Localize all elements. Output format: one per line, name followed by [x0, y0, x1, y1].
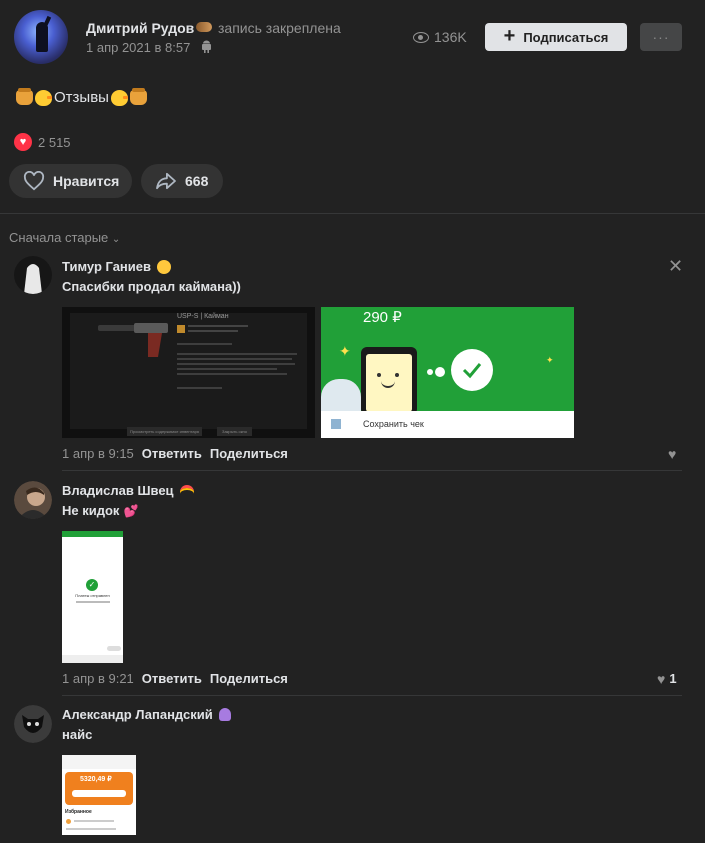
pin-emoji-icon: [196, 22, 212, 32]
comment-like-icon[interactable]: ♥: [668, 446, 676, 462]
plus-icon: +: [503, 25, 516, 47]
comment-date[interactable]: 1 апр в 9:15: [62, 446, 134, 461]
subscribe-button[interactable]: + Подписаться: [485, 23, 627, 51]
comment-text: найс: [62, 727, 93, 742]
crystal-ball-emoji-icon: [218, 708, 231, 721]
post-date[interactable]: 1 апр 2021 в 8:57: [86, 40, 190, 55]
check-icon: ✓: [86, 579, 98, 591]
comment-likes[interactable]: ♥ 1: [657, 671, 677, 687]
like-button[interactable]: Нравится: [9, 164, 132, 198]
comment-text-content: Не кидок: [62, 503, 120, 518]
post-text-content: Отзывы: [54, 89, 109, 106]
comment-image-bank[interactable]: 5320,49 ₽ Избранное: [62, 755, 136, 835]
reply-button[interactable]: Ответить: [142, 446, 202, 461]
comment-meta: 1 апр в 9:15 Ответить Поделиться: [62, 446, 288, 461]
comment-image-payment[interactable]: ✓ Платеж отправлен: [62, 531, 123, 663]
heart-outline-icon: [23, 171, 45, 191]
save-check-label: Сохранить чек: [363, 419, 424, 429]
share-comment-button[interactable]: Поделиться: [210, 671, 288, 686]
pinned-note: запись закреплена: [218, 20, 341, 36]
like-label: Нравится: [53, 173, 120, 189]
honey-pot-emoji-icon: [129, 88, 147, 105]
comment-text: Спасибки продал каймана)): [62, 279, 241, 294]
favorites-label: Избранное: [65, 809, 92, 815]
pistol-image: [98, 323, 168, 357]
comment-author-name: Александр Лапандский: [62, 707, 213, 722]
android-icon: [201, 40, 212, 56]
comment-date[interactable]: 1 апр в 9:21: [62, 671, 134, 686]
heart-icon: ♥: [657, 671, 666, 687]
collection-icon: [177, 325, 185, 333]
reply-button[interactable]: Ответить: [142, 671, 202, 686]
subscribe-label: Подписаться: [523, 29, 609, 45]
comment-author[interactable]: Александр Лапандский: [62, 707, 231, 722]
reactions-summary[interactable]: ♥ 2 515: [14, 133, 71, 151]
comment-author[interactable]: Владислав Швец: [62, 483, 194, 498]
chick-emoji-icon: [110, 89, 128, 106]
sparkle-icon: ✦: [339, 343, 351, 359]
eye-icon: [413, 31, 429, 43]
share-arrow-icon: [156, 172, 176, 190]
comment-author-name: Тимур Ганиев: [62, 259, 151, 274]
receipt-price: 290 ₽: [363, 309, 402, 326]
receipt-icon: [331, 419, 341, 429]
more-dots-icon: ···: [652, 29, 670, 45]
more-options-button[interactable]: ···: [640, 23, 682, 51]
comment-divider: [62, 470, 682, 471]
share-button[interactable]: 668: [141, 164, 223, 198]
comment-avatar[interactable]: [14, 481, 52, 519]
author-avatar[interactable]: [14, 10, 68, 64]
heart-reaction-icon: ♥: [14, 133, 32, 151]
comments-sort-dropdown[interactable]: Сначала старые ⌄: [9, 230, 120, 245]
comment-avatar[interactable]: [14, 256, 52, 294]
comment-image-skin[interactable]: USP-S | Кайман Просмотреть содержимое ин…: [62, 307, 315, 438]
inspect-button: Просмотреть содержимое инвентаря: [127, 427, 202, 436]
views-value: 136K: [434, 29, 467, 45]
close-icon[interactable]: ✕: [668, 256, 683, 277]
chevron-down-icon: ⌄: [111, 234, 121, 245]
skin-title: USP-S | Кайман: [177, 313, 229, 320]
sparkle-icon: ✦: [546, 355, 554, 365]
comment-divider: [62, 695, 682, 696]
chick-emoji-icon: [35, 89, 52, 106]
check-icon: [451, 349, 493, 391]
comment-text: Не кидок 💕: [62, 503, 138, 518]
views-counter: 136K: [413, 29, 467, 45]
share-comment-button[interactable]: Поделиться: [210, 446, 288, 461]
comment-author-name: Владислав Швец: [62, 483, 174, 498]
post-text: Отзывы: [16, 88, 147, 106]
shares-value: 668: [185, 173, 209, 189]
post-author-name[interactable]: Дмитрий Рудов: [86, 20, 194, 36]
hearts-emoji-icon: 💕: [123, 503, 139, 518]
comment-author[interactable]: Тимур Ганиев: [62, 259, 171, 274]
post-divider: [0, 213, 705, 214]
comment-meta: 1 апр в 9:21 Ответить Поделиться: [62, 671, 288, 686]
sort-label: Сначала старые: [9, 230, 109, 245]
honey-pot-emoji-icon: [16, 88, 33, 105]
comment-likes-value: 1: [669, 671, 677, 686]
grinning-emoji-icon: [157, 259, 171, 274]
close-window-button: Закрыть окно: [217, 427, 252, 436]
comment-image-receipt[interactable]: 290 ₽ ✦ ✦ Сохранить чек: [321, 307, 574, 438]
comment-avatar[interactable]: [14, 705, 52, 743]
likes-value: 2 515: [38, 134, 71, 150]
rainbow-emoji-icon: [179, 485, 194, 496]
bank-amount: 5320,49 ₽: [80, 776, 112, 783]
payment-status: Платеж отправлен: [75, 593, 110, 598]
